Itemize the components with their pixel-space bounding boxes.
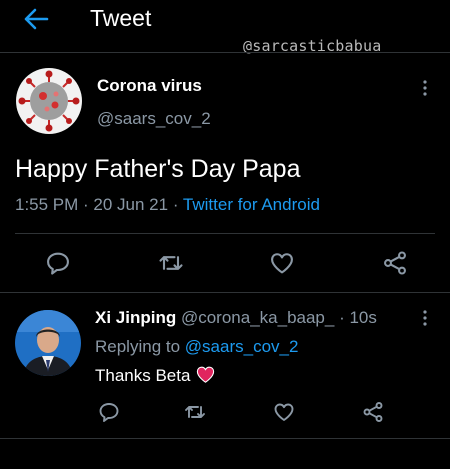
tweet-time: 1:55 PM <box>15 195 79 214</box>
reply-icon[interactable] <box>44 249 72 277</box>
tweet-source-link[interactable]: Twitter for Android <box>183 195 320 214</box>
replying-to-handle-link[interactable]: @saars_cov_2 <box>185 337 299 356</box>
reply-reply-icon[interactable] <box>97 400 121 424</box>
author-handle[interactable]: @saars_cov_2 <box>97 109 211 129</box>
meta-divider <box>15 233 435 234</box>
portrait-avatar-image <box>15 310 81 376</box>
tweet-date: 20 Jun 21 <box>93 195 169 214</box>
back-arrow-icon[interactable] <box>22 7 50 31</box>
tweet-text: Happy Father's Day Papa <box>15 155 301 183</box>
author-avatar[interactable] <box>16 68 82 134</box>
heart-emoji-icon <box>197 366 215 383</box>
header-divider <box>0 52 450 53</box>
meta-separator: · <box>168 195 183 214</box>
tweet-meta: 1:55 PM · 20 Jun 21 · Twitter for Androi… <box>15 195 320 215</box>
replying-to: Replying to @saars_cov_2 <box>95 337 298 357</box>
reply-header: Xi Jinping @corona_ka_baap_ · 10s <box>95 308 377 328</box>
reply-more-options-icon[interactable] <box>420 308 430 328</box>
page-title: Tweet <box>90 5 152 31</box>
reply-author-handle[interactable]: @corona_ka_baap_ <box>181 308 334 327</box>
share-icon[interactable] <box>381 249 409 277</box>
replying-to-label: Replying to <box>95 337 185 356</box>
reply-text: Thanks Beta <box>95 366 215 386</box>
like-icon[interactable] <box>268 249 296 277</box>
reply-time-separator: · <box>334 308 350 327</box>
reply-retweet-icon[interactable] <box>183 400 207 424</box>
reply-text-content: Thanks Beta <box>95 366 191 385</box>
more-options-icon[interactable] <box>420 78 430 98</box>
coronavirus-avatar-image <box>16 68 82 134</box>
reply-divider <box>0 438 450 439</box>
retweet-icon[interactable] <box>157 249 185 277</box>
reply-share-icon[interactable] <box>361 400 385 424</box>
top-bar: Tweet <box>0 0 450 44</box>
reply-like-icon[interactable] <box>272 400 296 424</box>
author-name[interactable]: Corona virus <box>97 76 202 96</box>
reply-avatar[interactable] <box>15 310 81 376</box>
reply-author-name[interactable]: Xi Jinping <box>95 308 176 327</box>
tweet-divider <box>0 292 450 293</box>
reply-time: 10s <box>349 308 377 327</box>
meta-separator: · <box>78 195 94 214</box>
